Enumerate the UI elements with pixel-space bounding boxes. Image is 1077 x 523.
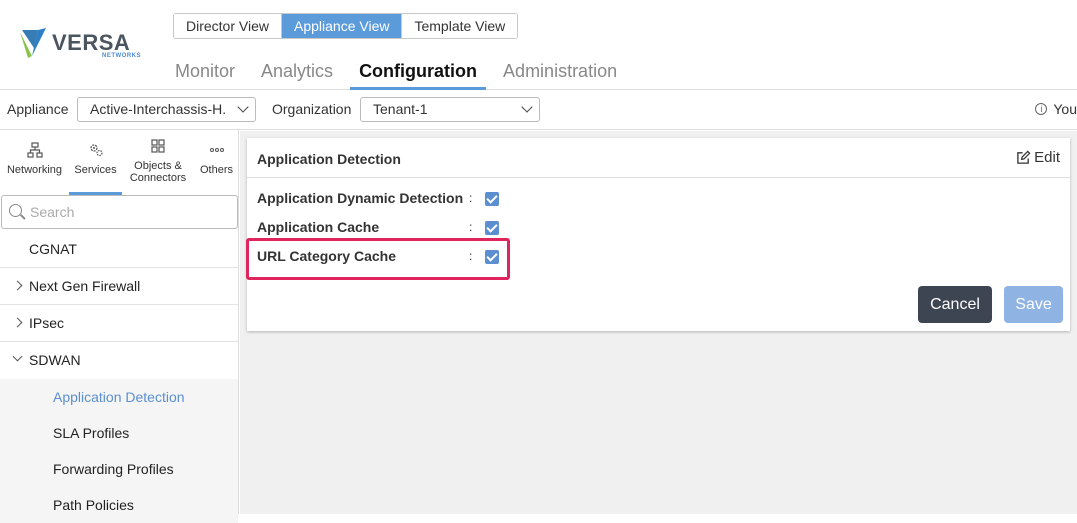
edit-label: Edit	[1034, 149, 1060, 166]
main-tabs: Monitor Analytics Configuration Administ…	[166, 58, 634, 90]
panel-header: Application Detection Edit	[247, 138, 1070, 178]
sidebar-item-sdwan[interactable]: SDWAN	[0, 342, 238, 379]
field-application-dynamic-detection: Application Dynamic Detection :	[257, 190, 499, 210]
category-services[interactable]: Services	[69, 130, 122, 195]
sidebar-subitem-application-detection[interactable]: Application Detection	[0, 379, 238, 415]
sidebar-subitem-path-policies[interactable]: Path Policies	[0, 487, 238, 523]
sidebar-item-cgnat[interactable]: CGNAT	[0, 231, 238, 268]
versa-logo: VERSA NETWORKS	[18, 26, 141, 62]
category-tabs: Networking Services Objects & Connectors	[0, 130, 239, 195]
top-header: VERSA NETWORKS Director View Appliance V…	[0, 0, 1077, 90]
sidebar-item-label: SDWAN	[29, 352, 81, 368]
template-view-button[interactable]: Template View	[402, 14, 518, 38]
category-label: Services	[74, 164, 117, 176]
field-colon: :	[469, 191, 473, 205]
network-icon	[26, 142, 43, 158]
appliance-select[interactable]: Active-Interchassis-H.	[77, 97, 256, 122]
search-input[interactable]	[30, 202, 230, 222]
sidebar: Networking Services Objects & Connectors	[0, 130, 239, 523]
user-info[interactable]: i You	[1035, 101, 1077, 117]
more-icon	[209, 148, 224, 152]
organization-select-value: Tenant-1	[373, 101, 428, 117]
sidebar-item-label: IPsec	[29, 315, 65, 331]
field-colon: :	[469, 220, 473, 234]
appliance-select-value: Active-Interchassis-H.	[90, 101, 227, 117]
category-label: Objects & Connectors	[129, 160, 187, 184]
appliance-view-button[interactable]: Appliance View	[282, 14, 403, 38]
application-dynamic-detection-checkbox[interactable]	[485, 192, 499, 206]
chevron-right-icon	[12, 317, 23, 328]
application-detection-panel: Application Detection Edit Application D…	[246, 138, 1070, 331]
save-button[interactable]: Save	[1004, 286, 1063, 323]
tab-analytics[interactable]: Analytics	[252, 58, 342, 90]
user-text: You	[1053, 101, 1077, 117]
sidebar-item-ipsec[interactable]: IPsec	[0, 305, 238, 342]
organization-label: Organization	[272, 101, 352, 117]
sidebar-subitem-forwarding-profiles[interactable]: Forwarding Profiles	[0, 451, 238, 487]
application-cache-checkbox[interactable]	[485, 221, 499, 235]
sidebar-subitem-sla-profiles[interactable]: SLA Profiles	[0, 415, 238, 451]
gears-icon	[89, 144, 103, 157]
panel-title: Application Detection	[257, 151, 401, 167]
chevron-down-icon	[12, 351, 23, 362]
field-label: Application Dynamic Detection	[257, 190, 464, 206]
field-application-cache: Application Cache :	[257, 219, 499, 239]
tab-configuration[interactable]: Configuration	[350, 58, 487, 90]
info-icon: i	[1035, 103, 1048, 115]
tab-monitor[interactable]: Monitor	[166, 58, 244, 90]
chevron-down-icon	[521, 101, 533, 113]
edit-button[interactable]: Edit	[1016, 149, 1060, 166]
nav-list: CGNAT Next Gen Firewall IPsec SDWAN Appl…	[0, 231, 238, 523]
view-switcher: Director View Appliance View Template Vi…	[173, 13, 519, 39]
category-others[interactable]: Others	[194, 130, 239, 194]
cancel-button[interactable]: Cancel	[918, 286, 992, 323]
chevron-right-icon	[12, 280, 23, 291]
versa-logo-icon	[20, 28, 46, 58]
sidebar-item-label: CGNAT	[29, 241, 77, 257]
main-content: Application Detection Edit Application D…	[240, 131, 1077, 514]
tab-administration[interactable]: Administration	[494, 58, 626, 90]
appliance-label: Appliance	[7, 101, 69, 117]
search-icon	[9, 204, 22, 217]
field-label: Application Cache	[257, 219, 380, 235]
sidebar-item-next-gen-firewall[interactable]: Next Gen Firewall	[0, 268, 238, 305]
category-label: Networking	[6, 164, 63, 176]
category-objects-connectors[interactable]: Objects & Connectors	[122, 130, 194, 194]
appliance-bar: Appliance Active-Interchassis-H. Organiz…	[0, 90, 1077, 130]
edit-icon	[1017, 150, 1031, 164]
director-view-button[interactable]: Director View	[174, 14, 282, 38]
category-networking[interactable]: Networking	[0, 130, 69, 194]
brand-sub: NETWORKS	[102, 53, 141, 59]
chevron-down-icon	[237, 101, 249, 113]
search-box	[1, 195, 238, 229]
sidebar-item-label: Next Gen Firewall	[29, 278, 141, 294]
highlight-box	[246, 238, 510, 280]
organization-select[interactable]: Tenant-1	[360, 97, 540, 122]
objects-icon	[151, 139, 165, 153]
category-label: Others	[199, 164, 233, 176]
